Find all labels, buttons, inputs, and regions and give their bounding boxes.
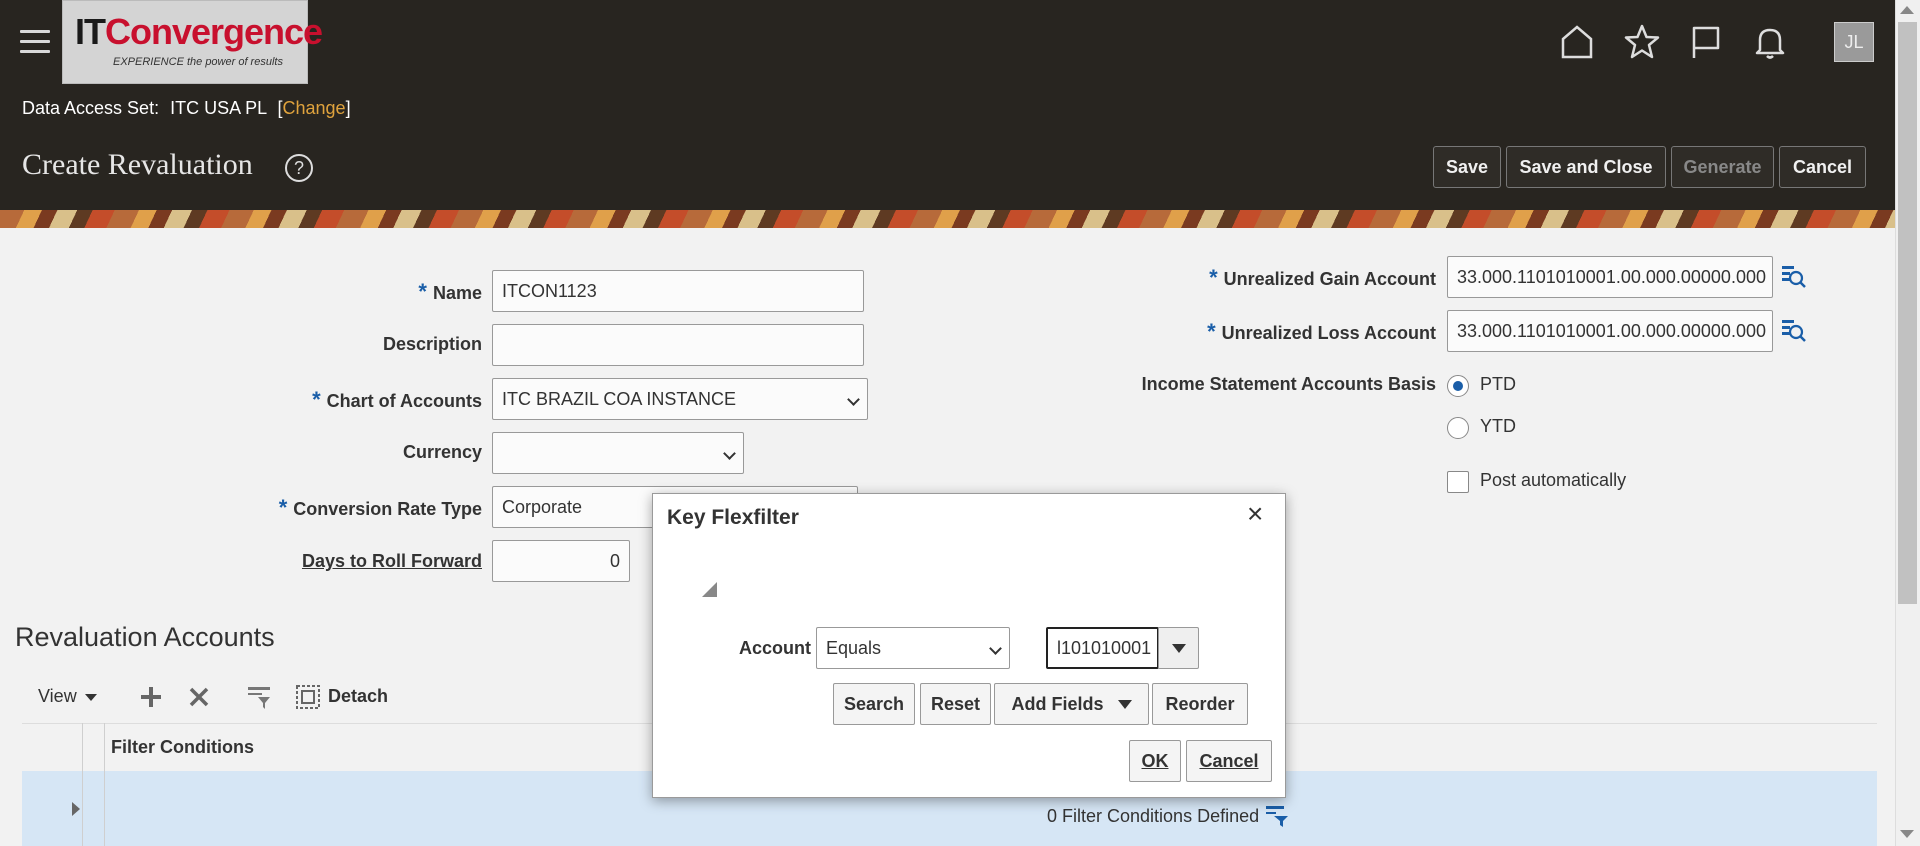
ytd-radio-label: YTD (1480, 416, 1516, 436)
description-input[interactable] (492, 324, 864, 366)
notifications-bell-icon[interactable] (1750, 22, 1790, 62)
view-menu[interactable]: View (38, 686, 97, 707)
revaluation-accounts-title: Revaluation Accounts (15, 622, 275, 652)
expand-row-icon[interactable] (72, 802, 80, 816)
dropdown-arrow-icon (1117, 699, 1132, 709)
reorder-button[interactable]: Reorder (1152, 683, 1248, 725)
cancel-button[interactable]: Cancel (1779, 146, 1866, 188)
column-divider (82, 723, 83, 846)
data-access-label: Data Access Set: (22, 98, 160, 118)
ytd-radio[interactable] (1447, 417, 1469, 439)
decorative-banner (0, 210, 1895, 228)
home-icon[interactable] (1557, 22, 1597, 62)
ptd-radio[interactable] (1447, 375, 1469, 397)
income-statement-basis-label: Income Statement Accounts Basis (1141, 374, 1436, 394)
change-bracket-close: ] (345, 98, 351, 118)
chart-of-accounts-select[interactable]: ITC BRAZIL COA INSTANCE (492, 378, 868, 420)
scrollbar-thumb[interactable] (1898, 22, 1917, 604)
add-row-icon[interactable] (138, 684, 164, 710)
data-access-value: ITC USA PL (170, 98, 267, 118)
account-lookup-icon[interactable] (1780, 263, 1806, 289)
logo-wordmark: ITConvergence (75, 11, 323, 52)
account-lookup-icon[interactable] (1780, 317, 1806, 343)
name-label: * Name (418, 279, 482, 304)
save-and-close-button[interactable]: Save and Close (1506, 146, 1666, 188)
conversion-rate-type-label: * Conversion Rate Type (278, 495, 482, 520)
collapse-toggle-icon[interactable] (702, 582, 717, 597)
description-label: Description (382, 334, 482, 354)
ptd-radio-label: PTD (1480, 374, 1516, 394)
column-header-filter-conditions[interactable]: Filter Conditions (111, 737, 254, 758)
user-avatar[interactable]: JL (1834, 22, 1874, 62)
data-access-set: Data Access Set: ITC USA PL [Change] (22, 98, 351, 119)
currency-select[interactable] (492, 432, 744, 474)
name-input[interactable]: ITCON1123 (492, 270, 864, 312)
dialog-cancel-button[interactable]: Cancel (1186, 740, 1272, 782)
delete-row-icon[interactable] (186, 684, 212, 710)
account-values-dropdown-button[interactable] (1158, 627, 1199, 669)
post-automatically-label: Post automatically (1480, 470, 1627, 490)
reset-button[interactable]: Reset (920, 683, 991, 725)
ok-button[interactable]: OK (1129, 740, 1181, 782)
help-icon[interactable]: ? (285, 154, 313, 182)
account-value-input[interactable]: l101010001 (1046, 627, 1159, 669)
search-button[interactable]: Search (833, 683, 915, 725)
currency-label: Currency (402, 442, 482, 462)
add-fields-button[interactable]: Add Fields (994, 683, 1149, 725)
scroll-down-icon[interactable] (1900, 830, 1914, 838)
dialog-title: Key Flexfilter (667, 506, 799, 529)
view-menu-dropdown-icon (84, 693, 97, 701)
unrealized-loss-account-input[interactable]: 33.000.1101010001.00.000.00000.000 (1447, 310, 1773, 352)
detach-icon[interactable] (295, 684, 321, 710)
scroll-up-icon[interactable] (1900, 6, 1914, 14)
company-logo[interactable]: ITConvergence EXPERIENCE the power of re… (62, 0, 323, 84)
favorites-star-icon[interactable] (1622, 22, 1662, 62)
page-title: Create Revaluation (22, 148, 253, 181)
unrealized-loss-account-label: * Unrealized Loss Account (1207, 319, 1436, 344)
close-icon[interactable]: × (1247, 500, 1263, 528)
chart-of-accounts-label: * Chart of Accounts (312, 387, 482, 412)
logo-tagline: EXPERIENCE the power of results (113, 56, 283, 68)
post-automatically-checkbox[interactable] (1447, 471, 1469, 493)
unrealized-gain-account-input[interactable]: 33.000.1101010001.00.000.00000.000 (1447, 256, 1773, 298)
chevron-down-icon (989, 642, 1002, 655)
column-divider (104, 723, 105, 846)
dropdown-arrow-icon (1171, 643, 1186, 653)
chevron-down-icon (847, 393, 860, 406)
days-to-roll-forward-input[interactable]: 0 (492, 540, 630, 582)
key-flexfilter-dialog: Key Flexfilter × Account Equals l1010100… (652, 493, 1286, 798)
operator-select[interactable]: Equals (816, 627, 1010, 669)
filter-conditions-icon[interactable] (1265, 804, 1289, 828)
filter-conditions-summary: 0 Filter Conditions Defined (1047, 806, 1260, 826)
save-button[interactable]: Save (1433, 146, 1501, 188)
generate-button[interactable]: Generate (1671, 146, 1774, 188)
query-by-example-icon[interactable] (246, 684, 272, 710)
unrealized-gain-account-label: * Unrealized Gain Account (1209, 265, 1436, 290)
change-link[interactable]: Change (283, 98, 346, 118)
days-to-roll-forward-label: Days to Roll Forward (301, 551, 482, 571)
account-label: Account (739, 638, 811, 658)
navigator-menu-icon[interactable] (20, 30, 50, 54)
watchlist-flag-icon[interactable] (1686, 22, 1726, 62)
detach-button[interactable]: Detach (328, 686, 388, 707)
chevron-down-icon (723, 447, 736, 460)
